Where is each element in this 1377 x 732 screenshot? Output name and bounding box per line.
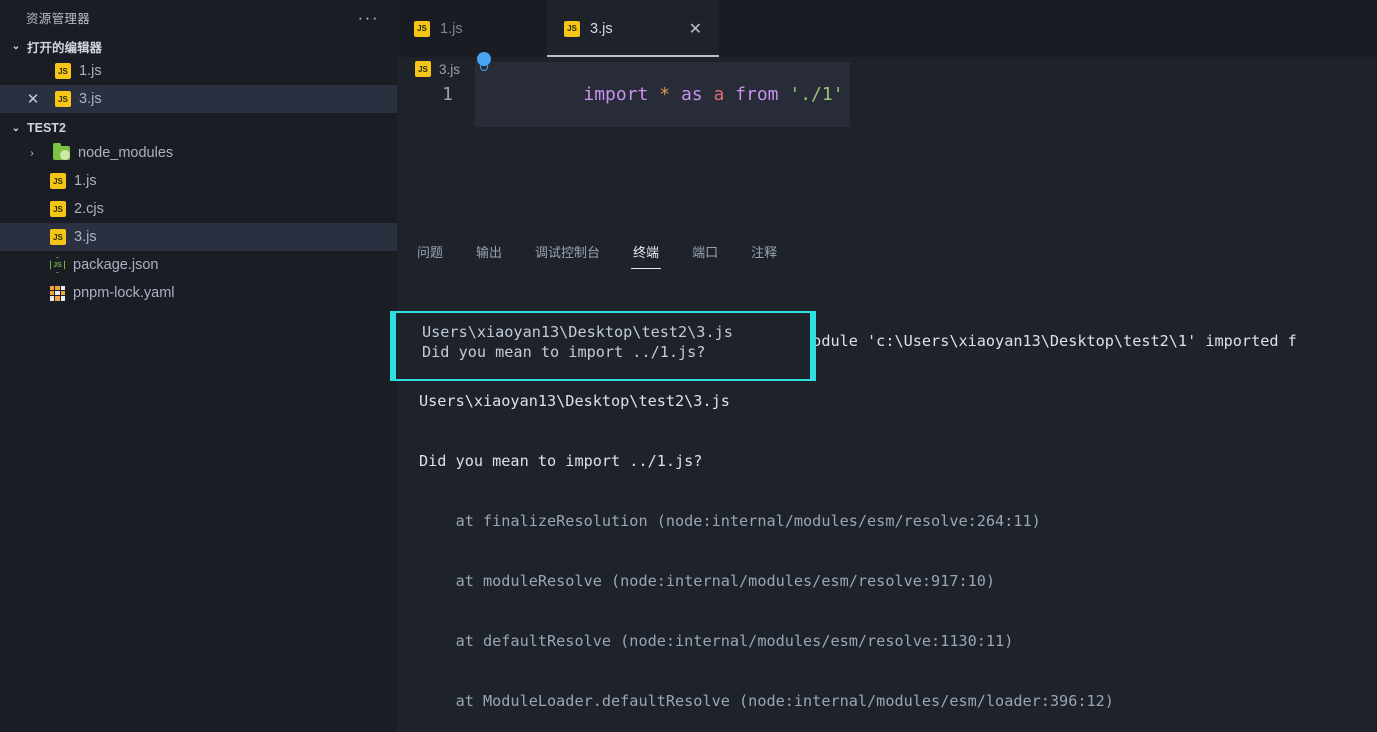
code-line-1: 1 import * as a from './1' xyxy=(397,81,1377,107)
close-icon[interactable]: ✕ xyxy=(655,19,702,39)
code-token-from: from xyxy=(735,84,778,105)
js-file-icon xyxy=(50,201,66,217)
open-editor-label: 3.js xyxy=(79,91,102,107)
code-space xyxy=(779,84,790,105)
close-icon[interactable]: ✕ xyxy=(22,90,44,108)
tab-output[interactable]: 输出 xyxy=(476,242,502,269)
cursor-pointer-icon xyxy=(477,52,491,66)
terminal-line: at defaultResolve (node:internal/modules… xyxy=(397,631,1377,651)
tab-ports[interactable]: 端口 xyxy=(692,242,718,269)
explorer-header: 资源管理器 ··· xyxy=(0,0,397,35)
tree-item-2cjs[interactable]: 2.cjs xyxy=(0,195,397,223)
bottom-panel: 问题 输出 调试控制台 终端 端口 注释 Error [ERR_MODULE_N… xyxy=(397,232,1377,732)
tab-terminal[interactable]: 终端 xyxy=(633,242,659,269)
terminal-line: at finalizeResolution (node:internal/mod… xyxy=(397,511,1377,531)
terminal-line: Users\xiaoyan13\Desktop\test2\3.js xyxy=(397,391,1377,411)
tree-item-label: 2.cjs xyxy=(74,201,104,217)
code-token-identifier: a xyxy=(713,84,724,105)
tree-item-label: 3.js xyxy=(74,229,97,245)
section-open-editors[interactable]: ⌄ 打开的编辑器 xyxy=(0,35,397,57)
js-file-icon xyxy=(415,61,431,77)
highlight-line-1: Users\xiaoyan13\Desktop\test2\3.js xyxy=(422,323,733,341)
yaml-icon xyxy=(50,286,65,301)
nodejs-icon xyxy=(50,257,65,273)
folder-icon xyxy=(53,146,70,160)
explorer-sidebar: 资源管理器 ··· ⌄ 打开的编辑器 1.js ✕ 3.js ⌄ TEST2 xyxy=(0,0,397,732)
js-file-icon xyxy=(55,63,71,79)
tree-item-label: pnpm-lock.yaml xyxy=(73,285,175,301)
tree-item-label: node_modules xyxy=(78,145,173,161)
chevron-down-icon: ⌄ xyxy=(8,120,24,136)
js-file-icon xyxy=(50,173,66,189)
code-token-import: import xyxy=(583,84,648,105)
terminal-line: at moduleResolve (node:internal/modules/… xyxy=(397,571,1377,591)
tree-item-label: package.json xyxy=(73,257,158,273)
tree-item-node-modules[interactable]: › node_modules xyxy=(0,139,397,167)
tree-item-pnpm-lock[interactable]: pnpm-lock.yaml xyxy=(0,279,397,307)
code-space xyxy=(703,84,714,105)
highlight-line-2: Did you mean to import ../1.js? xyxy=(422,343,705,361)
tree-item-3js[interactable]: 3.js xyxy=(0,223,397,251)
js-file-icon xyxy=(564,21,580,37)
open-editor-item-3js[interactable]: ✕ 3.js xyxy=(0,85,397,113)
open-editor-item-1js[interactable]: 1.js xyxy=(0,57,397,85)
chevron-down-icon: ⌄ xyxy=(8,38,24,54)
js-file-icon xyxy=(50,229,66,245)
section-open-editors-label: 打开的编辑器 xyxy=(27,37,102,56)
tab-debug-console[interactable]: 调试控制台 xyxy=(535,242,600,269)
code-editor[interactable]: 1 import * as a from './1' xyxy=(397,81,1377,221)
code-token-star: * xyxy=(659,84,670,105)
tree-item-1js[interactable]: 1.js xyxy=(0,167,397,195)
vscode-window: 资源管理器 ··· ⌄ 打开的编辑器 1.js ✕ 3.js ⌄ TEST2 xyxy=(0,0,1377,732)
editor-tabbar: 1.js 3.js ✕ xyxy=(397,0,1377,57)
explorer-title: 资源管理器 xyxy=(26,8,90,27)
tree-item-package-json[interactable]: package.json xyxy=(0,251,397,279)
code-token-string: './1' xyxy=(789,84,843,105)
code-space xyxy=(670,84,681,105)
js-file-icon xyxy=(414,21,430,37)
tab-problems[interactable]: 问题 xyxy=(417,242,443,269)
open-editor-label: 1.js xyxy=(79,63,102,79)
line-number: 1 xyxy=(397,84,475,105)
code-space xyxy=(648,84,659,105)
panel-tabs: 问题 输出 调试控制台 终端 端口 注释 xyxy=(397,232,1377,269)
code-token-as: as xyxy=(681,84,703,105)
terminal-line: Did you mean to import ../1.js? xyxy=(397,451,1377,471)
tab-1js[interactable]: 1.js xyxy=(397,0,547,57)
tree-item-label: 1.js xyxy=(74,173,97,189)
breadcrumb-label: 3.js xyxy=(439,62,460,77)
js-file-icon xyxy=(55,91,71,107)
section-test2-label: TEST2 xyxy=(27,121,66,135)
highlight-content: Users\xiaoyan13\Desktop\test2\3.js Did y… xyxy=(396,313,810,379)
chevron-right-icon[interactable]: › xyxy=(24,145,40,161)
tab-3js[interactable]: 3.js ✕ xyxy=(547,0,719,57)
more-actions-icon[interactable]: ··· xyxy=(354,13,383,23)
code-space xyxy=(724,84,735,105)
tab-label: 3.js xyxy=(590,21,613,37)
terminal-line: at ModuleLoader.defaultResolve (node:int… xyxy=(397,691,1377,711)
tab-comments[interactable]: 注释 xyxy=(751,242,777,269)
code-line-content[interactable]: import * as a from './1' xyxy=(475,62,850,127)
section-test2[interactable]: ⌄ TEST2 xyxy=(0,117,397,139)
tab-label: 1.js xyxy=(440,21,463,37)
